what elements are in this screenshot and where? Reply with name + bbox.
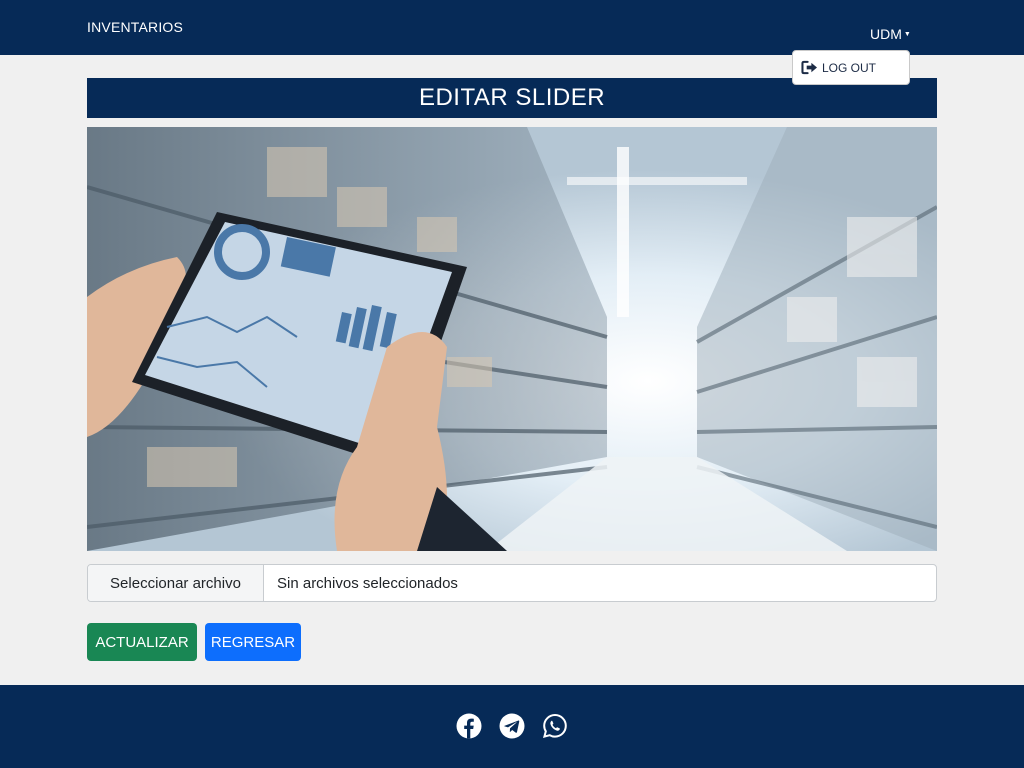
page-footer (0, 685, 1024, 768)
file-upload-input[interactable]: Seleccionar archivo Sin archivos selecci… (87, 564, 937, 602)
social-links (0, 713, 1024, 739)
logout-menu-item[interactable]: LOG OUT (793, 51, 909, 84)
back-button[interactable]: REGRESAR (205, 623, 301, 661)
user-dropdown-menu: LOG OUT (792, 50, 910, 85)
top-navbar: INVENTARIOS UDM ▼ (0, 0, 1024, 55)
facebook-icon[interactable] (456, 713, 482, 739)
update-button[interactable]: ACTUALIZAR (87, 623, 197, 661)
page-title: EDITAR SLIDER (418, 84, 606, 111)
file-status-text: Sin archivos seleccionados (277, 574, 458, 592)
user-menu-label: UDM (870, 26, 902, 42)
telegram-icon[interactable] (499, 713, 525, 739)
logout-label: LOG OUT (822, 60, 877, 75)
user-menu-toggle[interactable]: UDM ▼ (870, 26, 911, 42)
brand-link[interactable]: INVENTARIOS (87, 19, 183, 35)
slider-image (87, 127, 937, 551)
choose-file-button[interactable]: Seleccionar archivo (88, 565, 264, 601)
caret-down-icon: ▼ (903, 31, 911, 38)
sign-out-icon (801, 60, 817, 75)
whatsapp-icon[interactable] (542, 713, 568, 739)
